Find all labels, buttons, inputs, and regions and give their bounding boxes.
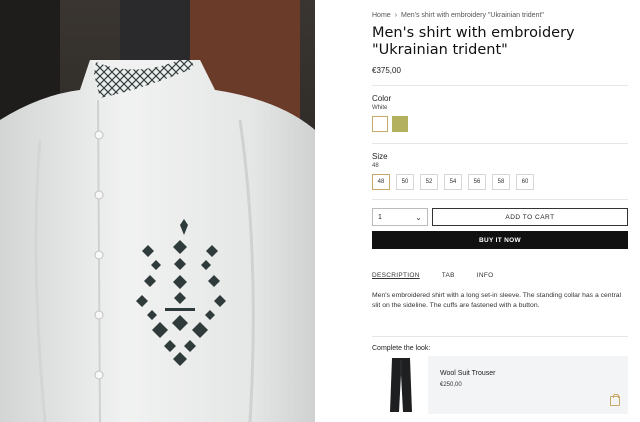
breadcrumb: Home › Men's shirt with embroidery "Ukrain… [372, 12, 544, 19]
product-description: Men's embroidered shirt with a long set-… [372, 292, 622, 309]
add-to-cart-button[interactable]: ADD TO CART [432, 208, 628, 226]
color-swatch-olive[interactable] [392, 116, 408, 132]
product-tabs: DESCRIPTION TAB INFO [372, 272, 494, 279]
size-selected: 48 [372, 163, 379, 169]
size-option-54[interactable]: 54 [444, 174, 462, 190]
quantity-select[interactable]: 1 ⌄ [372, 208, 428, 226]
divider [372, 199, 628, 200]
product-panel: Home › Men's shirt with embroidery "Ukrain… [372, 0, 628, 422]
breadcrumb-home-link[interactable]: Home [372, 12, 391, 19]
quantity-value: 1 [378, 213, 382, 221]
size-options: 48 50 52 54 56 58 60 [372, 174, 534, 190]
complete-look-item-price: €250,00 [440, 382, 462, 388]
size-option-56[interactable]: 56 [468, 174, 486, 190]
color-swatch-white[interactable] [372, 116, 388, 132]
complete-look-item-name[interactable]: Wool Suit Trouser [440, 370, 496, 377]
color-selected: White [372, 105, 388, 111]
product-image [0, 0, 315, 422]
complete-look-label: Complete the look: [372, 345, 431, 352]
divider [372, 336, 628, 337]
trouser-thumbnail[interactable] [386, 356, 416, 414]
complete-look-card[interactable]: Wool Suit Trouser €250,00 [428, 356, 628, 414]
shirt-illustration [0, 60, 315, 422]
product-price: €375,00 [372, 66, 401, 75]
size-option-50[interactable]: 50 [396, 174, 414, 190]
shopping-bag-icon[interactable] [610, 394, 620, 406]
breadcrumb-current: Men's shirt with embroidery "Ukrainian t… [401, 12, 544, 19]
buy-now-button[interactable]: BUY IT NOW [372, 231, 628, 249]
tab-tab[interactable]: TAB [442, 272, 455, 279]
breadcrumb-separator: › [394, 12, 398, 19]
color-label: Color [372, 94, 392, 103]
size-option-60[interactable]: 60 [516, 174, 534, 190]
divider [372, 143, 628, 144]
tab-description[interactable]: DESCRIPTION [372, 272, 420, 279]
size-label: Size [372, 152, 388, 161]
size-option-48[interactable]: 48 [372, 174, 390, 190]
product-title: Men's shirt with embroidery "Ukrainian t… [372, 25, 575, 58]
tab-info[interactable]: INFO [477, 272, 494, 279]
chevron-down-icon: ⌄ [415, 212, 422, 222]
size-option-52[interactable]: 52 [420, 174, 438, 190]
divider [372, 85, 628, 86]
size-option-58[interactable]: 58 [492, 174, 510, 190]
